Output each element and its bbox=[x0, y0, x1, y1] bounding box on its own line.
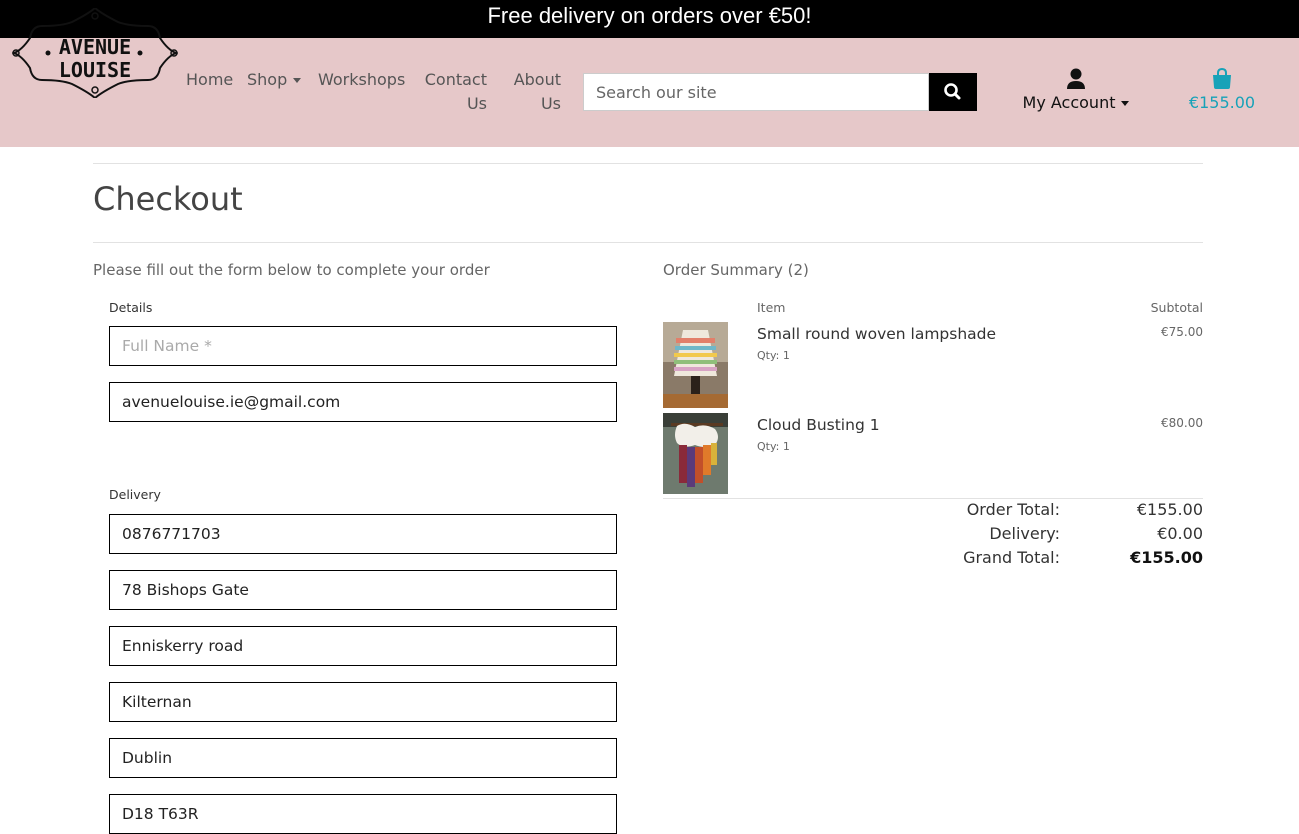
column-header-subtotal: Subtotal bbox=[1150, 300, 1203, 315]
banner-text: Free delivery on orders over €50! bbox=[487, 3, 812, 28]
item-qty: Qty: 1 bbox=[757, 440, 790, 453]
nav-shop-label: Shop bbox=[247, 70, 288, 89]
my-account-label: My Account bbox=[1008, 92, 1144, 114]
chevron-down-icon bbox=[293, 78, 302, 83]
site-logo[interactable]: AVENUE LOUISE bbox=[11, 6, 179, 100]
search-input[interactable] bbox=[583, 73, 929, 111]
order-total-value: €155.00 bbox=[1136, 500, 1203, 519]
item-qty: Qty: 1 bbox=[757, 349, 790, 362]
item-subtotal: €80.00 bbox=[1161, 416, 1203, 430]
order-summary-heading: Order Summary (2) bbox=[663, 261, 809, 279]
my-account-text: My Account bbox=[1022, 93, 1116, 112]
nav-about[interactable]: About Us bbox=[505, 68, 561, 116]
column-header-item: Item bbox=[757, 300, 786, 315]
town-field[interactable] bbox=[109, 682, 617, 722]
postcode-field[interactable] bbox=[109, 794, 617, 834]
product-image-cloud-busting[interactable] bbox=[663, 413, 728, 494]
item-name: Cloud Busting 1 bbox=[757, 416, 880, 434]
delivery-legend: Delivery bbox=[109, 487, 161, 502]
nav-home[interactable]: Home bbox=[186, 68, 233, 92]
search-icon bbox=[944, 83, 961, 100]
county-field[interactable] bbox=[109, 738, 617, 778]
nav-workshops[interactable]: Workshops bbox=[318, 68, 405, 92]
item-subtotal: €75.00 bbox=[1161, 325, 1203, 339]
logo-line-1: AVENUE bbox=[58, 35, 132, 59]
divider-title bbox=[93, 242, 1203, 243]
user-icon bbox=[1067, 68, 1085, 89]
page-title: Checkout bbox=[93, 180, 243, 218]
delivery-cost-label: Delivery: bbox=[989, 524, 1060, 543]
cart-link[interactable]: €155.00 bbox=[1180, 66, 1264, 118]
logo-line-2: LOUISE bbox=[58, 58, 132, 82]
email-field[interactable] bbox=[109, 382, 617, 422]
item-name: Small round woven lampshade bbox=[757, 325, 997, 343]
nav-about-line-1: About bbox=[513, 70, 561, 89]
divider-top bbox=[93, 163, 1203, 164]
summary-divider bbox=[663, 498, 1203, 499]
full-name-field[interactable] bbox=[109, 326, 617, 366]
details-legend: Details bbox=[109, 300, 153, 315]
logo-wordmark: AVENUE LOUISE bbox=[12, 36, 178, 82]
my-account-menu[interactable]: My Account bbox=[1008, 66, 1144, 118]
street-address-2-field[interactable] bbox=[109, 626, 617, 666]
grand-total-label: Grand Total: bbox=[963, 548, 1060, 567]
order-total-label: Order Total: bbox=[966, 500, 1060, 519]
cart-total: €155.00 bbox=[1188, 93, 1256, 112]
nav-about-line-2: Us bbox=[540, 94, 561, 113]
phone-field[interactable] bbox=[109, 514, 617, 554]
lampshade-image bbox=[663, 322, 728, 408]
wall-hanging-image bbox=[663, 413, 728, 494]
product-image-lampshade[interactable] bbox=[663, 322, 728, 408]
nav-contact[interactable]: Contact Us bbox=[420, 68, 487, 116]
nav-contact-line-2: Us bbox=[466, 94, 487, 113]
grand-total-value: €155.00 bbox=[1130, 548, 1203, 567]
free-delivery-banner: Free delivery on orders over €50! bbox=[0, 0, 1299, 38]
chevron-down-icon bbox=[1121, 101, 1130, 106]
delivery-cost-value: €0.00 bbox=[1157, 524, 1203, 543]
search-button[interactable] bbox=[929, 73, 977, 111]
nav-contact-line-1: Contact bbox=[424, 70, 487, 89]
street-address-1-field[interactable] bbox=[109, 570, 617, 610]
shopping-bag-icon bbox=[1213, 68, 1231, 89]
nav-shop[interactable]: Shop bbox=[247, 68, 302, 92]
form-intro-text: Please fill out the form below to comple… bbox=[93, 261, 490, 279]
